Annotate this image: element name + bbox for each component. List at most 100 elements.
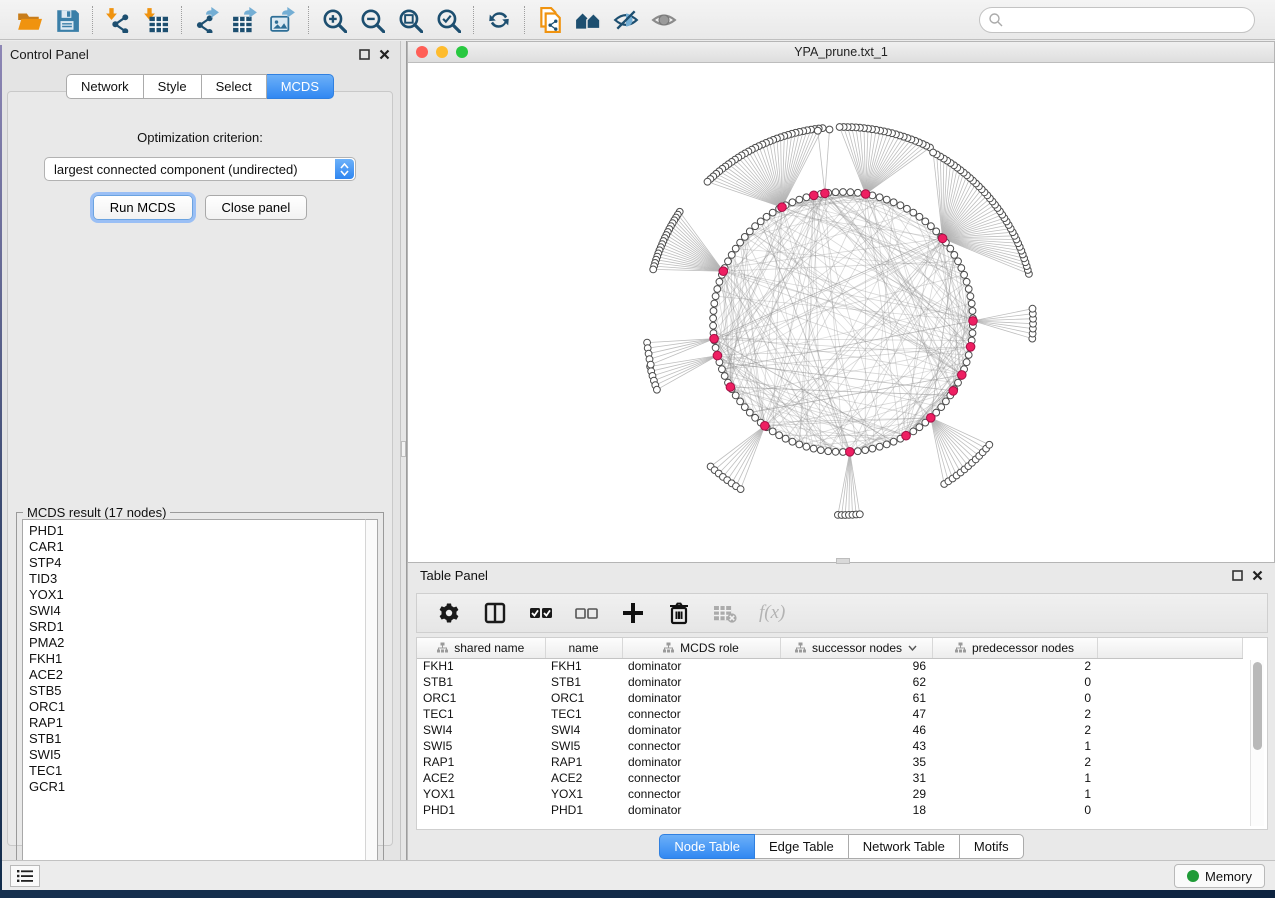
export-table-button[interactable] [226, 4, 264, 36]
graph-nodes[interactable] [644, 124, 1037, 519]
float-table-panel-icon[interactable] [1232, 570, 1243, 581]
tab-style[interactable]: Style [144, 74, 202, 99]
mcds-result-item[interactable]: STP4 [29, 555, 377, 571]
tab-network[interactable]: Network [66, 74, 144, 99]
mcds-result-item[interactable]: STB1 [29, 731, 377, 747]
horizontal-splitter-handle[interactable] [836, 558, 850, 564]
mcds-result-item[interactable]: PHD1 [29, 523, 377, 539]
tab-network-table[interactable]: Network Table [849, 834, 960, 859]
vertical-splitter[interactable] [400, 41, 407, 860]
save-session-button[interactable] [48, 4, 86, 36]
column-header-shared-name[interactable]: shared name [417, 638, 545, 658]
mcds-result-item[interactable]: ACE2 [29, 667, 377, 683]
table-cell: 1 [932, 738, 1097, 754]
column-header-MCDS-role[interactable]: MCDS role [622, 638, 780, 658]
zoom-selected-button[interactable] [429, 4, 467, 36]
network-canvas[interactable] [408, 63, 1274, 562]
tab-mcds[interactable]: MCDS [267, 74, 334, 99]
float-panel-icon[interactable] [359, 49, 370, 60]
mcds-result-item[interactable]: PMA2 [29, 635, 377, 651]
clone-network-button[interactable] [531, 4, 569, 36]
table-settings-button[interactable] [437, 601, 461, 625]
mcds-result-item[interactable]: YOX1 [29, 587, 377, 603]
mcds-result-item[interactable]: TEC1 [29, 763, 377, 779]
hide-style-button[interactable] [607, 4, 645, 36]
network-manager-button[interactable] [569, 4, 607, 36]
zoom-in-button[interactable] [315, 4, 353, 36]
table-row[interactable]: ORC1ORC1dominator610 [417, 690, 1242, 706]
export-network-button[interactable] [188, 4, 226, 36]
network-window-titlebar[interactable]: YPA_prune.txt_1 [408, 42, 1274, 63]
splitter-handle[interactable] [401, 441, 406, 457]
table-cell [1097, 690, 1242, 706]
column-label: predecessor nodes [972, 641, 1074, 655]
mcds-result-item[interactable]: SWI5 [29, 747, 377, 763]
mcds-result-item[interactable]: GCR1 [29, 779, 377, 795]
table-cell: YOX1 [545, 786, 622, 802]
table-scrollbar-thumb[interactable] [1253, 662, 1262, 750]
network-graph[interactable] [408, 63, 1274, 562]
table-cell: 35 [780, 754, 932, 770]
table-row[interactable]: YOX1YOX1connector291 [417, 786, 1242, 802]
close-table-panel-icon[interactable] [1252, 570, 1263, 581]
table-row[interactable]: TEC1TEC1connector472 [417, 706, 1242, 722]
column-header-name[interactable]: name [545, 638, 622, 658]
search-input[interactable] [979, 7, 1255, 33]
toolbar-separator [181, 6, 182, 34]
import-table-button[interactable] [137, 4, 175, 36]
table-row[interactable]: FKH1FKH1dominator962 [417, 658, 1242, 674]
tab-motifs[interactable]: Motifs [960, 834, 1024, 859]
delete-column-button[interactable] [667, 601, 691, 625]
mcds-result-item[interactable]: CAR1 [29, 539, 377, 555]
zoom-in-icon [321, 7, 347, 33]
mcds-result-item[interactable]: SRD1 [29, 619, 377, 635]
apply-layout-button[interactable] [480, 4, 518, 36]
table-row[interactable]: SWI4SWI4dominator462 [417, 722, 1242, 738]
open-file-button[interactable] [10, 4, 48, 36]
tab-node-table[interactable]: Node Table [659, 834, 755, 859]
add-column-button[interactable] [621, 601, 645, 625]
mcds-result-item[interactable]: FKH1 [29, 651, 377, 667]
zoom-out-button[interactable] [353, 4, 391, 36]
mcds-result-item[interactable]: ORC1 [29, 699, 377, 715]
close-panel-icon[interactable] [379, 49, 390, 60]
table-row[interactable]: STB1STB1dominator620 [417, 674, 1242, 690]
import-network-button[interactable] [99, 4, 137, 36]
deselect-all-button[interactable] [575, 601, 599, 625]
mcds-result-list[interactable]: PHD1CAR1STP4TID3YOX1SWI4SRD1PMA2FKH1ACE2… [22, 519, 378, 876]
show-columns-button[interactable] [483, 601, 507, 625]
close-panel-button[interactable]: Close panel [205, 195, 308, 220]
column-header-predecessor-nodes[interactable]: predecessor nodes [932, 638, 1097, 658]
table-cell: 1 [932, 770, 1097, 786]
table-cell [1097, 674, 1242, 690]
show-graphics-details-button[interactable] [645, 4, 683, 36]
apply-layout-icon [486, 7, 512, 33]
select-all-button[interactable] [529, 601, 553, 625]
column-header-successor-nodes[interactable]: successor nodes [780, 638, 932, 658]
mcds-result-item[interactable]: SWI4 [29, 603, 377, 619]
table-cell: SWI4 [545, 722, 622, 738]
mcds-list-scrollbar[interactable] [365, 519, 378, 876]
task-history-button[interactable] [10, 865, 40, 887]
tab-select[interactable]: Select [202, 74, 267, 99]
table-cell: RAP1 [417, 754, 545, 770]
mcds-result-item[interactable]: RAP1 [29, 715, 377, 731]
table-row[interactable]: PHD1PHD1dominator180 [417, 802, 1242, 818]
table-cell: dominator [622, 802, 780, 818]
table-row[interactable]: RAP1RAP1dominator352 [417, 754, 1242, 770]
table-row[interactable]: SWI5SWI5connector431 [417, 738, 1242, 754]
table-cell: connector [622, 738, 780, 754]
zoom-fit-button[interactable] [391, 4, 429, 36]
optimization-criterion-select[interactable]: largest connected component (undirected) [44, 157, 356, 181]
table-toolbar: f(x) [416, 593, 1268, 633]
table-scrollbar[interactable] [1250, 660, 1264, 826]
table-cell [1097, 754, 1242, 770]
export-image-button[interactable] [264, 4, 302, 36]
tab-edge-table[interactable]: Edge Table [755, 834, 849, 859]
table-row[interactable]: ACE2ACE2connector311 [417, 770, 1242, 786]
run-mcds-button[interactable]: Run MCDS [93, 195, 193, 220]
mcds-result-item[interactable]: TID3 [29, 571, 377, 587]
status-bar: Memory [0, 860, 1275, 890]
memory-button[interactable]: Memory [1174, 864, 1265, 888]
mcds-result-item[interactable]: STB5 [29, 683, 377, 699]
